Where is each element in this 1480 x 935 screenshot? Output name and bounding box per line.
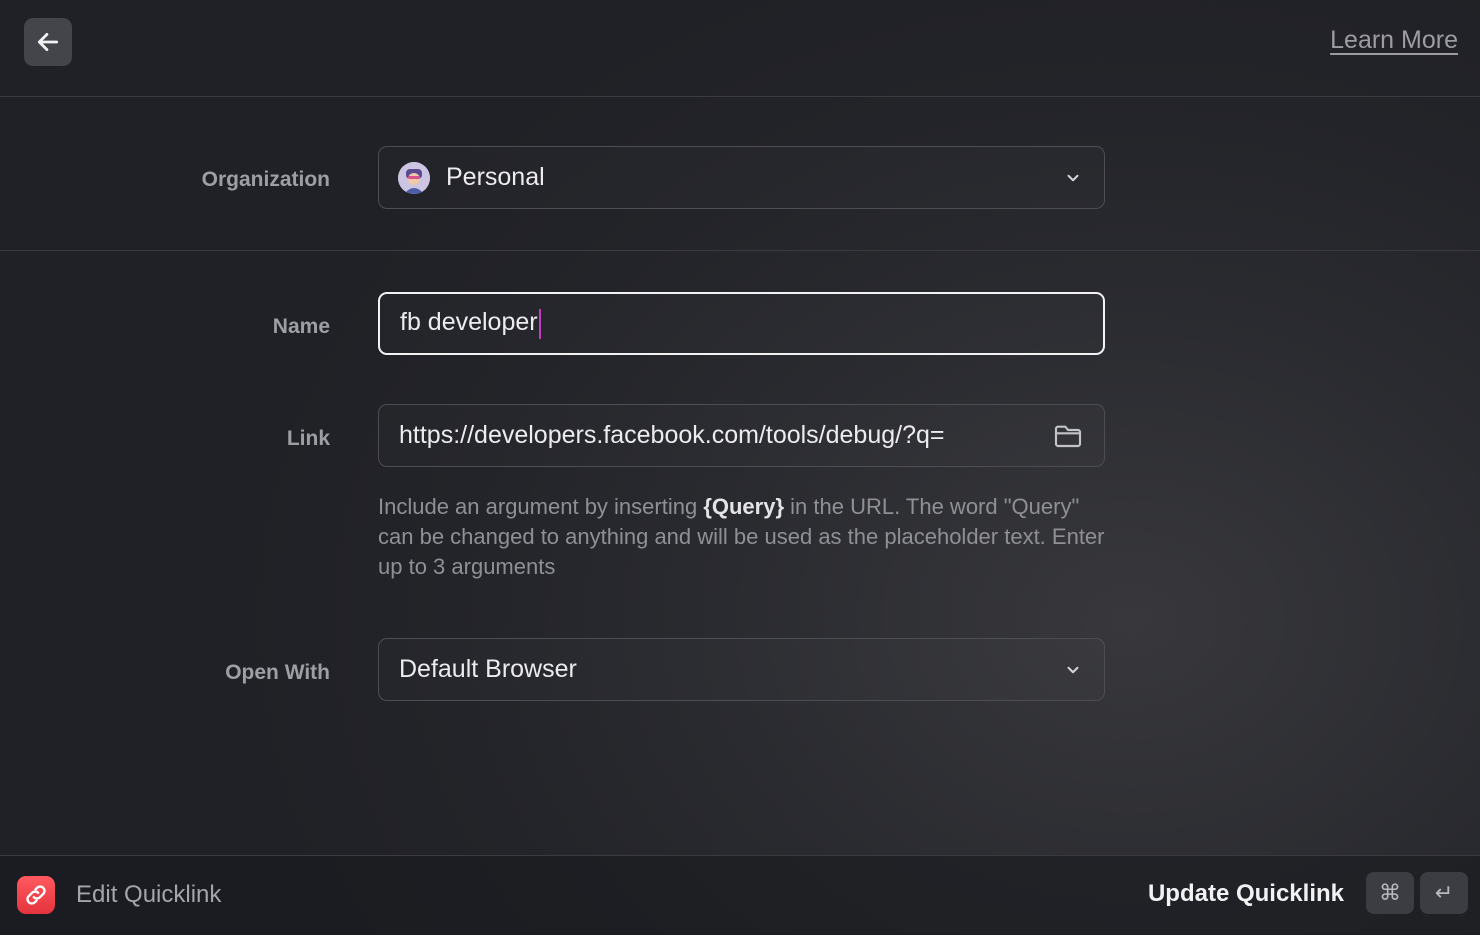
query-token: {Query} bbox=[703, 494, 785, 519]
open-with-value: Default Browser bbox=[399, 655, 577, 683]
name-input[interactable]: fb developer bbox=[378, 292, 1105, 355]
text-caret bbox=[538, 308, 541, 339]
chevron-down-icon bbox=[1067, 174, 1079, 182]
top-bar: Learn More bbox=[0, 0, 1480, 97]
link-help-text: Include an argument by inserting {Query}… bbox=[378, 494, 1105, 579]
open-with-label: Open With bbox=[225, 661, 330, 684]
organization-section: Organization Personal bbox=[0, 97, 1480, 251]
back-button[interactable] bbox=[24, 18, 72, 66]
footer-title: Edit Quicklink bbox=[76, 881, 222, 908]
link-value: https://developers.facebook.com/tools/de… bbox=[399, 421, 945, 449]
command-key-icon: ⌘ bbox=[1366, 872, 1414, 914]
link-input[interactable]: https://developers.facebook.com/tools/de… bbox=[378, 404, 1105, 467]
organization-value: Personal bbox=[446, 163, 545, 191]
link-icon bbox=[17, 876, 55, 914]
organization-select[interactable]: Personal bbox=[378, 146, 1105, 209]
open-with-select[interactable]: Default Browser bbox=[378, 638, 1105, 701]
arrow-left-icon bbox=[37, 33, 59, 51]
return-key-icon: ↵ bbox=[1420, 872, 1468, 914]
name-label: Name bbox=[272, 315, 330, 338]
link-label: Link bbox=[286, 427, 330, 450]
name-value: fb developer bbox=[400, 308, 541, 339]
action-bar: Edit Quicklink Update Quicklink ⌘ ↵ bbox=[0, 855, 1480, 935]
user-avatar-icon bbox=[398, 161, 430, 194]
learn-more-link[interactable]: Learn More bbox=[1330, 26, 1458, 55]
folder-icon[interactable] bbox=[1052, 420, 1084, 452]
organization-label: Organization bbox=[201, 168, 330, 191]
chevron-down-icon bbox=[1067, 666, 1079, 674]
update-quicklink-button[interactable]: Update Quicklink bbox=[1148, 880, 1344, 908]
